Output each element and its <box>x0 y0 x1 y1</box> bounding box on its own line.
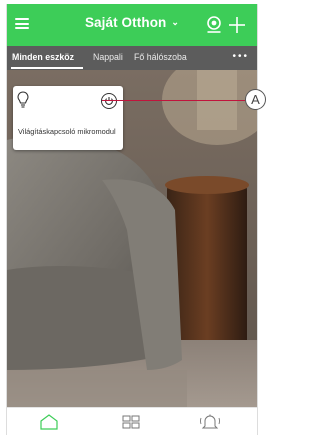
bell-icon[interactable] <box>199 414 221 430</box>
callout-marker: A <box>245 89 266 110</box>
power-icon <box>105 97 113 105</box>
tab-minden-eszkoz[interactable]: Minden eszköz <box>12 52 74 62</box>
tab-nappali[interactable]: Nappali <box>93 52 123 62</box>
more-dots-icon[interactable]: ••• <box>232 51 249 62</box>
light-bulb-icon <box>17 91 29 108</box>
app-screen: Saját Otthon ⌄ Minden eszköz Nappali Fő h… <box>6 4 258 435</box>
location-pin-icon[interactable] <box>207 16 221 33</box>
tab-fo-haloszoba[interactable]: Fő hálószoba <box>134 52 187 62</box>
device-card[interactable]: Világításkapcsoló mikromodul <box>13 86 123 150</box>
callout-line <box>102 100 245 101</box>
home-name: Saját Otthon <box>84 15 167 30</box>
room-background-image: Világításkapcsoló mikromodul <box>7 70 257 412</box>
home-icon[interactable] <box>38 414 60 430</box>
grid-icon[interactable] <box>120 414 142 430</box>
plus-icon[interactable] <box>229 17 245 33</box>
header-actions <box>207 16 247 34</box>
chevron-down-icon: ⌄ <box>171 17 180 27</box>
device-name: Világításkapcsoló mikromodul <box>18 127 116 136</box>
bottom-navigation <box>7 407 257 435</box>
power-button[interactable] <box>101 93 117 109</box>
active-tab-indicator <box>11 67 83 69</box>
room-tabs: Minden eszköz Nappali Fő hálószoba ••• <box>7 46 257 70</box>
app-header: Saját Otthon ⌄ <box>7 4 257 46</box>
